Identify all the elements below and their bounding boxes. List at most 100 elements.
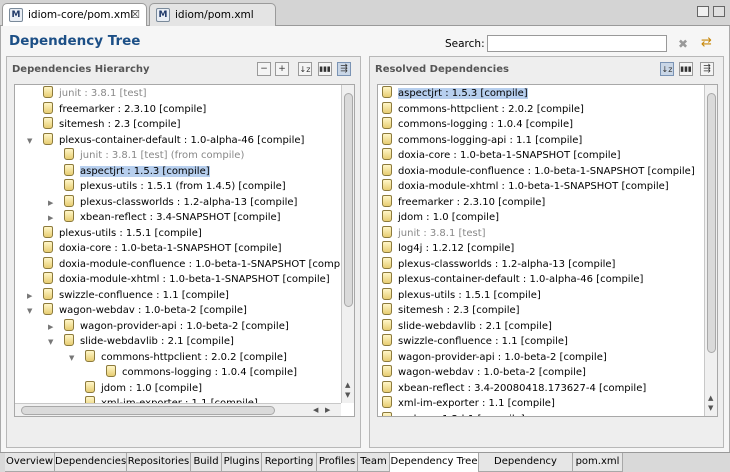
tab-dependency-graph[interactable]: Dependency Graph [479,453,573,472]
dependency-label: freemarker : 2.3.10 [compile] [59,103,207,115]
jar-icon [382,318,392,331]
scroll-right-icon[interactable]: ▶ [325,406,330,414]
dependency-label: wagon-webdav : 1.0-beta-2 [compile] [398,367,586,378]
sync-icon[interactable]: ⇄ [701,35,712,50]
scroll-thumb[interactable] [707,93,716,353]
jar-icon [382,287,392,300]
resolved-list[interactable]: aspectjrt : 1.5.3 [compile] commons-httpc… [377,84,718,417]
scroll-left-icon[interactable]: ◀ [313,406,318,414]
tab-pom-xml[interactable]: pom.xml [573,453,623,472]
tree-row[interactable]: commons-logging-api : 1.1 [compile] [382,132,582,148]
tree-row[interactable]: plexus-utils : 1.5.1 (from 1.4.5) [compi… [64,179,286,194]
tree-row[interactable]: wagon-webdav : 1.0-beta-2 [compile] [382,365,586,380]
tree-row[interactable]: ▶ plexus-classworlds : 1.2-alpha-13 [comp… [48,194,297,210]
group-icon[interactable]: ▮▮▮ [318,62,332,76]
vertical-scrollbar[interactable]: ▲ ▼ [341,85,354,403]
expanded-arrow-icon[interactable]: ▼ [27,134,32,149]
tree-row[interactable]: wagon-provider-api : 1.0-beta-2 [compile… [382,349,607,365]
sort-alpha-icon[interactable]: ↓z [298,62,312,76]
collapse-all-icon[interactable]: − [257,62,271,76]
tree-row[interactable]: xbean-reflect : 3.4-20080418.173627-4 [c… [382,380,646,396]
tree-row[interactable]: ▼ plexus-container-default : 1.0-alpha-46… [27,132,304,148]
tree-row[interactable]: ▶ wagon-provider-api : 1.0-beta-2 [compil… [48,318,289,334]
expanded-arrow-icon[interactable]: ▼ [48,335,53,350]
tree-row[interactable]: ▼ wagon-webdav : 1.0-beta-2 [compile] [27,303,247,318]
tab-reporting[interactable]: Reporting [262,453,317,472]
tree-row[interactable]: aspectjrt : 1.5.3 [compile] [64,163,210,179]
scroll-up-icon[interactable]: ▲ [708,394,713,402]
clear-icon[interactable]: ✖ [678,37,688,51]
tree-row[interactable]: junit : 3.8.1 [test] [43,86,147,101]
tree-row[interactable]: swizzle-confluence : 1.1 [compile] [382,334,568,349]
tab-dependencies[interactable]: Dependencies [55,453,127,472]
tree-row[interactable]: plexus-utils : 1.5.1 [compile] [43,225,202,241]
scroll-down-icon[interactable]: ▼ [345,391,350,399]
tree-row[interactable]: ▶ xbean-reflect : 3.4-SNAPSHOT [compile] [48,210,281,225]
tree-row[interactable]: commons-logging : 1.0.4 [compile] [106,365,297,380]
tree-row[interactable]: jdom : 1.0 [compile] [382,210,499,225]
jar-icon [382,303,392,315]
tree-row[interactable]: sitemesh : 2.3 [compile] [43,117,181,132]
tree-row[interactable]: junit : 3.8.1 [test] [382,225,486,241]
tree-row[interactable]: doxia-module-confluence : 1.0-beta-1-SNA… [382,163,695,179]
tree-row[interactable]: sitemesh : 2.3 [compile] [382,303,520,318]
collapsed-arrow-icon[interactable]: ▶ [48,211,53,226]
tree-row[interactable]: doxia-core : 1.0-beta-1-SNAPSHOT [compil… [43,241,282,256]
tree-row[interactable]: junit : 3.8.1 [test] (from compile) [64,148,244,163]
tree-row[interactable]: plexus-container-default : 1.0-alpha-46 … [382,272,643,287]
tree-row[interactable]: freemarker : 2.3.10 [compile] [43,101,207,117]
tree-row[interactable]: log4j : 1.2.12 [compile] [382,241,514,256]
tree-row[interactable]: plexus-classworlds : 1.2-alpha-13 [compi… [382,256,615,272]
tab-repositories[interactable]: Repositories [127,453,191,472]
group-icon[interactable]: ▮▮▮ [679,62,693,76]
collapsed-arrow-icon[interactable]: ▶ [48,320,53,335]
tree-row[interactable]: ▼ slide-webdavlib : 2.1 [compile] [48,334,234,349]
vertical-scrollbar[interactable]: ▲ ▼ [704,85,717,416]
scroll-thumb[interactable] [344,93,353,307]
expanded-arrow-icon[interactable]: ▼ [69,351,74,366]
tab-team[interactable]: Team [358,453,390,472]
jar-icon [64,334,74,346]
tab-build[interactable]: Build [191,453,222,472]
jar-icon [64,210,74,222]
tree-row[interactable]: ▼ commons-httpclient : 2.0.2 [compile] [69,349,287,365]
tab-idiom-pom[interactable]: M idiom/pom.xml [149,3,276,26]
tab-dependency-tree[interactable]: Dependency Tree [390,453,479,472]
search-input[interactable] [487,35,667,52]
close-tab-icon[interactable]: ☒ [130,8,140,21]
tree-row[interactable]: commons-httpclient : 2.0.2 [compile] [382,101,584,117]
filter-icon[interactable]: ⇶ [337,62,351,76]
tab-idiom-core-pom[interactable]: M idiom-core/pom.xml ☒ [2,3,147,26]
sort-alpha-icon[interactable]: ↓z [660,62,674,76]
collapsed-arrow-icon[interactable]: ▶ [27,289,32,304]
tab-label: idiom/pom.xml [175,9,254,21]
tree-row[interactable]: doxia-module-xhtml : 1.0-beta-1-SNAPSHOT… [43,272,330,287]
scroll-down-icon[interactable]: ▼ [708,404,713,412]
tree-row[interactable]: doxia-core : 1.0-beta-1-SNAPSHOT [compil… [382,148,621,163]
tree-row[interactable]: commons-logging : 1.0.4 [compile] [382,117,573,132]
hierarchy-tree[interactable]: junit : 3.8.1 [test] freemarker : 2.3.10 … [14,84,355,417]
tree-row[interactable]: doxia-module-xhtml : 1.0-beta-1-SNAPSHOT… [382,179,669,194]
tree-row[interactable]: freemarker : 2.3.10 [compile] [382,194,545,210]
tree-row[interactable]: xml-im-exporter : 1.1 [compile] [382,396,555,411]
jar-icon [382,256,392,269]
tree-row[interactable]: slide-webdavlib : 2.1 [compile] [382,318,552,334]
scroll-up-icon[interactable]: ▲ [345,381,350,389]
tree-row[interactable]: xmlrpc : 1.2-b1 [compile] [382,411,525,416]
maximize-icon[interactable] [713,6,725,17]
filter-icon[interactable]: ⇶ [700,62,714,76]
tab-profiles[interactable]: Profiles [317,453,358,472]
expand-all-icon[interactable]: + [275,62,289,76]
tree-row[interactable]: jdom : 1.0 [compile] [85,380,202,396]
horizontal-scrollbar[interactable]: ◀ ▶ [15,403,341,416]
tree-row[interactable]: plexus-utils : 1.5.1 [compile] [382,287,541,303]
tab-plugins[interactable]: Plugins [222,453,262,472]
tree-row[interactable]: doxia-module-confluence : 1.0-beta-1-SNA… [43,256,354,272]
expanded-arrow-icon[interactable]: ▼ [27,304,32,319]
collapsed-arrow-icon[interactable]: ▶ [48,196,53,211]
minimize-icon[interactable] [697,6,709,17]
tab-overview[interactable]: Overview [5,453,55,472]
tree-row[interactable]: ▶ swizzle-confluence : 1.1 [compile] [27,287,229,303]
tree-row[interactable]: aspectjrt : 1.5.3 [compile] [382,86,528,101]
scroll-thumb[interactable] [21,406,275,415]
